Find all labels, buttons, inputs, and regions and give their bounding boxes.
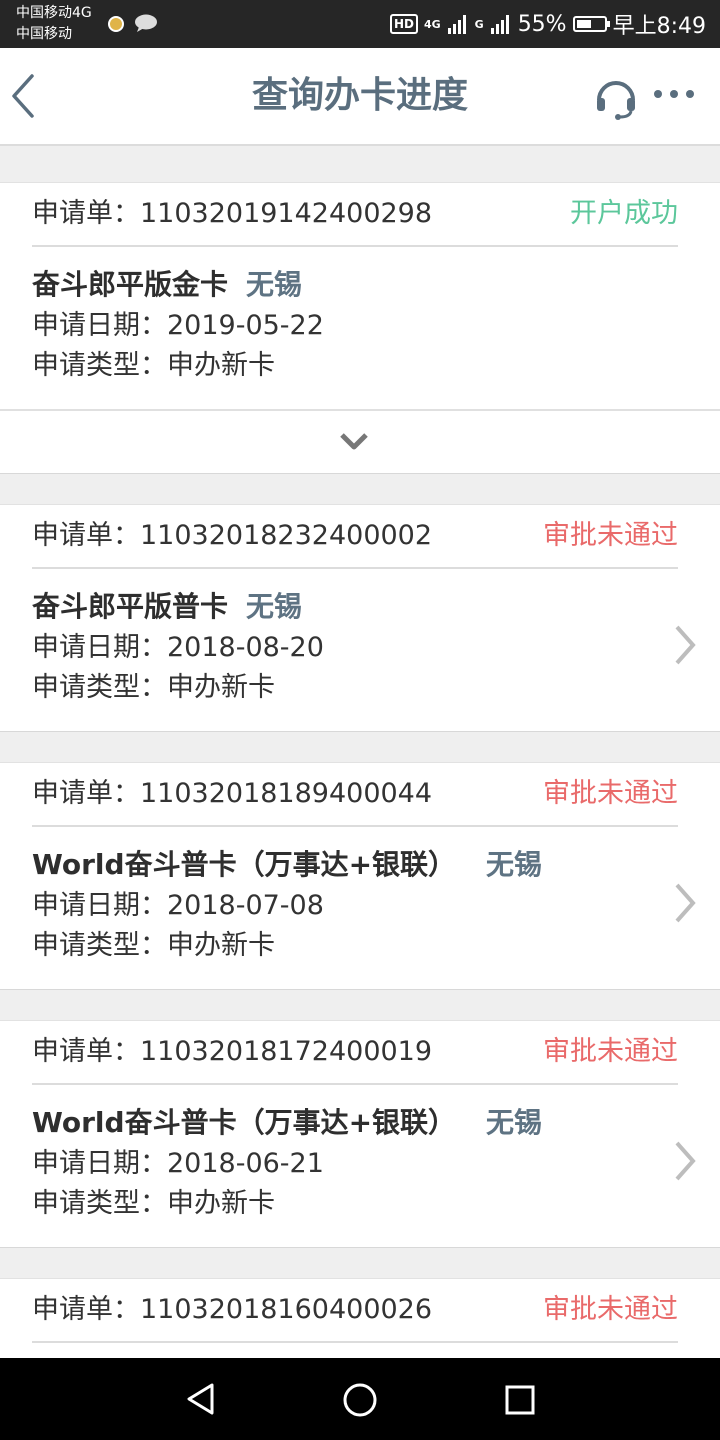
headset-icon[interactable] [594, 76, 638, 120]
network-4g-label: 4G [423, 17, 441, 31]
apply-date: 2018-06-21 [167, 1148, 324, 1179]
notification-app-icon [108, 16, 124, 32]
chevron-right-icon [675, 1141, 696, 1181]
type-label: 申请类型： [32, 350, 167, 381]
message-icon [135, 14, 157, 32]
city-label: 无锡 [246, 268, 303, 301]
chevron-down-icon [340, 433, 368, 450]
status-badge: 审批未通过 [543, 520, 678, 551]
system-nav-bar [0, 1358, 720, 1440]
date-label: 申请日期： [32, 1148, 167, 1179]
carrier-secondary: 中国移动 [16, 26, 72, 42]
type-label: 申请类型： [32, 1188, 167, 1219]
battery-percent: 55% [517, 11, 567, 37]
application-header: 申请单：11032018160400026 审批未通过 [32, 1279, 678, 1343]
clock: 早上8:49 [612, 14, 706, 39]
application-card[interactable]: 申请单：11032018160400026 审批未通过 [0, 1278, 720, 1368]
date-label: 申请日期： [32, 890, 167, 921]
more-dots-icon[interactable] [652, 84, 696, 104]
back-triangle-icon[interactable] [184, 1382, 218, 1416]
status-badge: 审批未通过 [543, 778, 678, 809]
application-header: 申请单：11032018232400002 审批未通过 [32, 505, 678, 569]
signal-icon [447, 15, 466, 34]
app-no-label: 申请单： [32, 198, 140, 229]
chevron-left-icon[interactable] [8, 72, 48, 120]
battery-icon [572, 16, 610, 32]
app-no-label: 申请单： [32, 1036, 140, 1067]
card-name: 奋斗郎平版普卡 [32, 590, 229, 623]
city-label: 无锡 [486, 1106, 543, 1139]
app-no-label: 申请单： [32, 520, 140, 551]
date-label: 申请日期： [32, 310, 167, 341]
network-g-label: G [474, 17, 484, 31]
chevron-right-icon [675, 883, 696, 923]
signal-icon-2 [490, 15, 509, 34]
status-badge: 开户成功 [570, 198, 678, 229]
apply-type: 申办新卡 [167, 672, 275, 703]
app-number: 11032018189400044 [140, 778, 433, 809]
hd-badge: HD [389, 14, 418, 34]
card-name: World奋斗普卡（万事达+银联） [32, 1106, 457, 1139]
header-bar: 查询办卡进度 [0, 48, 720, 146]
apply-type: 申办新卡 [167, 350, 275, 381]
app-number: 11032018172400019 [140, 1036, 433, 1067]
status-badge: 审批未通过 [543, 1036, 678, 1067]
apply-date: 2019-05-22 [167, 310, 324, 341]
application-card: 申请单：11032019142400298 开户成功 奋斗郎平版金卡 无锡 申请日… [0, 182, 720, 474]
app-number: 11032019142400298 [140, 198, 433, 229]
app-number: 11032018232400002 [140, 520, 433, 551]
apply-type: 申办新卡 [167, 930, 275, 961]
apply-date: 2018-08-20 [167, 632, 324, 663]
application-header: 申请单：11032019142400298 开户成功 [32, 183, 678, 247]
application-header: 申请单：11032018172400019 审批未通过 [32, 1021, 678, 1085]
app-no-label: 申请单： [32, 1294, 140, 1325]
page-title: 查询办卡进度 [251, 75, 468, 116]
application-card[interactable]: 申请单：11032018232400002 审批未通过 奋斗郎平版普卡 无锡 申请… [0, 504, 720, 732]
card-name: 奋斗郎平版金卡 [32, 268, 229, 301]
status-badge: 审批未通过 [543, 1294, 678, 1325]
application-card[interactable]: 申请单：11032018172400019 审批未通过 World奋斗普卡（万事… [0, 1020, 720, 1248]
app-no-label: 申请单： [32, 778, 140, 809]
application-card[interactable]: 申请单：11032018189400044 审批未通过 World奋斗普卡（万事… [0, 762, 720, 990]
status-bar: 中国移动4G 中国移动 HD 4G G 55% 早上8:49 [0, 0, 720, 48]
chevron-right-icon [675, 625, 696, 665]
type-label: 申请类型： [32, 930, 167, 961]
home-circle-icon[interactable] [342, 1382, 378, 1418]
city-label: 无锡 [486, 848, 543, 881]
carrier-primary: 中国移动4G [16, 5, 92, 21]
date-label: 申请日期： [32, 632, 167, 663]
type-label: 申请类型： [32, 672, 167, 703]
apply-type: 申办新卡 [167, 1188, 275, 1219]
card-name: World奋斗普卡（万事达+银联） [32, 848, 457, 881]
apply-date: 2018-07-08 [167, 890, 324, 921]
app-number: 11032018160400026 [140, 1294, 433, 1325]
recents-square-icon[interactable] [504, 1384, 536, 1416]
application-header: 申请单：11032018189400044 审批未通过 [32, 763, 678, 827]
city-label: 无锡 [246, 590, 303, 623]
expand-toggle[interactable] [0, 409, 720, 475]
